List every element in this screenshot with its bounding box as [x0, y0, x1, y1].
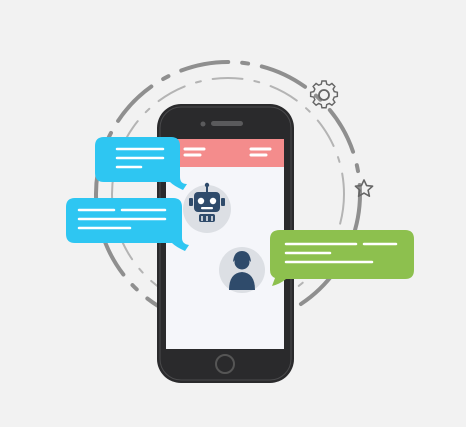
chatbot-illustration: [66, 60, 414, 383]
chat-bubble-user: [270, 230, 414, 286]
app-header: [166, 139, 284, 167]
user-icon: [219, 247, 265, 293]
speaker-grille: [211, 121, 243, 126]
chat-bubble-bot-1: [95, 137, 187, 190]
front-camera: [200, 121, 206, 127]
star-icon: [354, 179, 374, 197]
